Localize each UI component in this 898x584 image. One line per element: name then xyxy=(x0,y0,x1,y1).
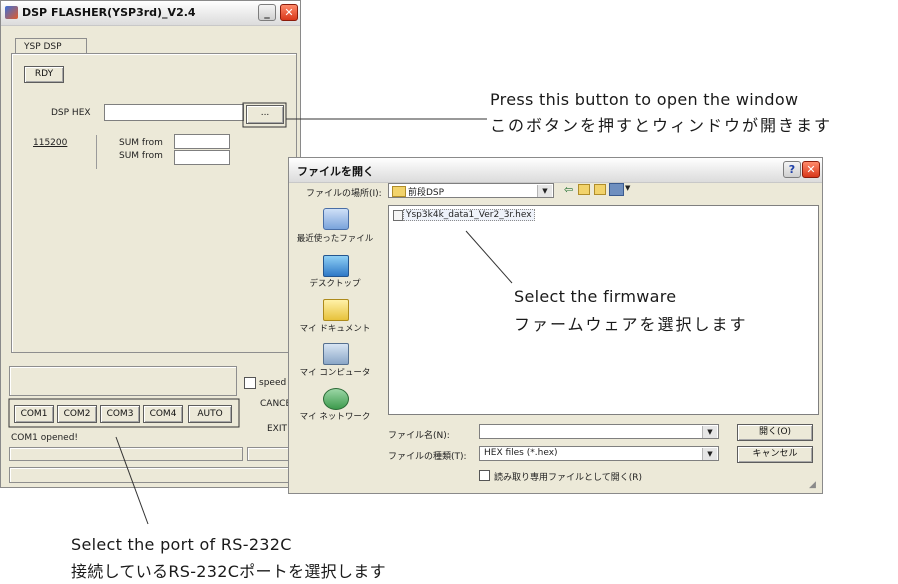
firmware-callout-line xyxy=(465,230,513,284)
annotation-button-en: Press this button to open the window xyxy=(490,90,799,109)
port-callout-line xyxy=(115,436,149,525)
annotation-port-jp: 接続しているRS-232Cポートを選択します xyxy=(71,562,386,581)
annotation-port-en: Select the port of RS-232C xyxy=(71,535,292,554)
browse-highlight xyxy=(242,102,287,128)
annotation-button-jp: このボタンを押すとウィンドウが開きます xyxy=(490,116,833,135)
annotation-firmware-jp: ファームウェアを選択します xyxy=(514,315,748,334)
com-highlight xyxy=(8,398,240,428)
callout-lines xyxy=(8,102,513,525)
annotation-firmware-en: Select the firmware xyxy=(514,287,677,306)
